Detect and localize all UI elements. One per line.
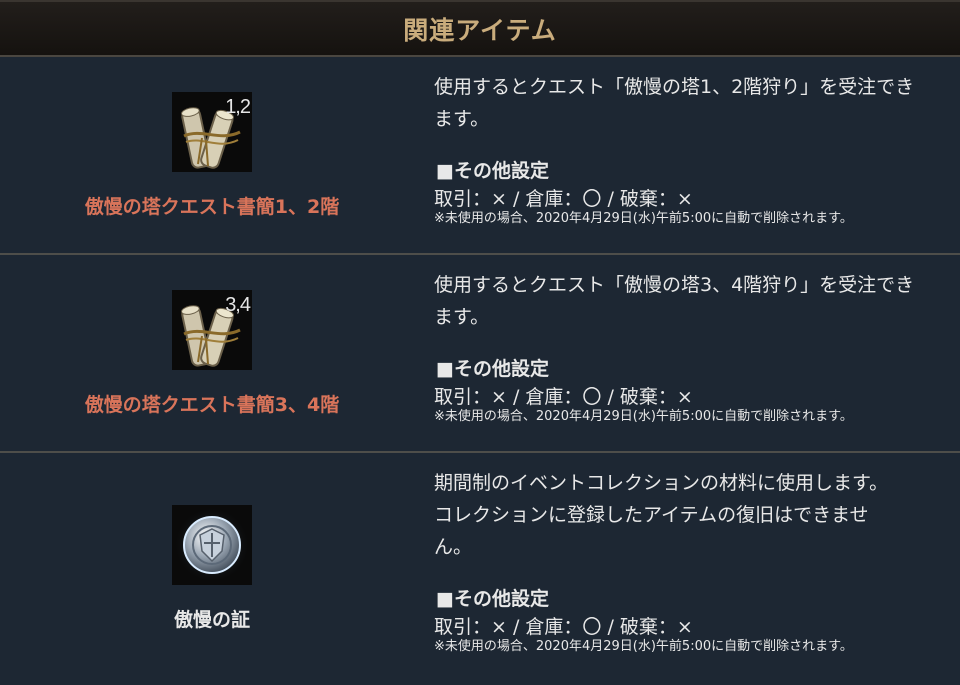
item-cell: 1,2 傲慢の塔クエスト書簡1、2階 bbox=[0, 57, 424, 253]
scroll-icon[interactable]: 1,2 bbox=[172, 91, 252, 172]
item-row: 傲慢の証 期間制のイベントコレクションの材料に使用します。 コレクションに登録し… bbox=[0, 453, 960, 683]
item-detail: 使用するとクエスト「傲慢の塔3、4階狩り」を受注でき ます。 ■その他設定 取引… bbox=[424, 255, 960, 451]
related-items-panel: 関連アイテム 1,2 傲慢の塔クエスト書簡1、2階 使用するとクエスト「傲慢の塔… bbox=[0, 0, 960, 685]
item-name[interactable]: 傲慢の塔クエスト書簡3、4階 bbox=[85, 390, 339, 417]
expiry-note: ※未使用の場合、2020年4月29日(水)午前5:00に自動で削除されます。 bbox=[434, 409, 853, 424]
item-description: 使用するとクエスト「傲慢の塔1、2階狩り」を受注でき ます。 bbox=[434, 76, 915, 130]
item-cell: 3,4 傲慢の塔クエスト書簡3、4階 bbox=[0, 255, 424, 451]
item-name[interactable]: 傲慢の塔クエスト書簡1、2階 bbox=[85, 192, 339, 219]
scroll-icon[interactable]: 3,4 bbox=[172, 289, 252, 370]
item-cell: 傲慢の証 bbox=[0, 453, 424, 683]
section-title: 関連アイテム bbox=[403, 15, 557, 45]
expiry-note: ※未使用の場合、2020年4月29日(水)午前5:00に自動で削除されます。 bbox=[434, 211, 853, 226]
item-detail: 使用するとクエスト「傲慢の塔1、2階狩り」を受注でき ます。 ■その他設定 取引… bbox=[424, 57, 960, 253]
icon-number: 1,2 bbox=[225, 95, 251, 118]
item-row: 3,4 傲慢の塔クエスト書簡3、4階 使用するとクエスト「傲慢の塔3、4階狩り」… bbox=[0, 255, 960, 453]
item-description: 使用するとクエスト「傲慢の塔3、4階狩り」を受注でき ます。 bbox=[434, 274, 915, 328]
item-description: 期間制のイベントコレクションの材料に使用します。 コレクションに登録したアイテム… bbox=[434, 472, 889, 558]
expiry-note: ※未使用の場合、2020年4月29日(水)午前5:00に自動で削除されます。 bbox=[434, 639, 853, 654]
silver-coin-icon[interactable] bbox=[172, 504, 252, 585]
icon-number: 3,4 bbox=[225, 293, 251, 316]
section-header: 関連アイテム bbox=[0, 0, 960, 57]
item-name[interactable]: 傲慢の証 bbox=[174, 605, 250, 632]
item-row: 1,2 傲慢の塔クエスト書簡1、2階 使用するとクエスト「傲慢の塔1、2階狩り」… bbox=[0, 57, 960, 255]
item-detail: 期間制のイベントコレクションの材料に使用します。 コレクションに登録したアイテム… bbox=[424, 453, 960, 683]
